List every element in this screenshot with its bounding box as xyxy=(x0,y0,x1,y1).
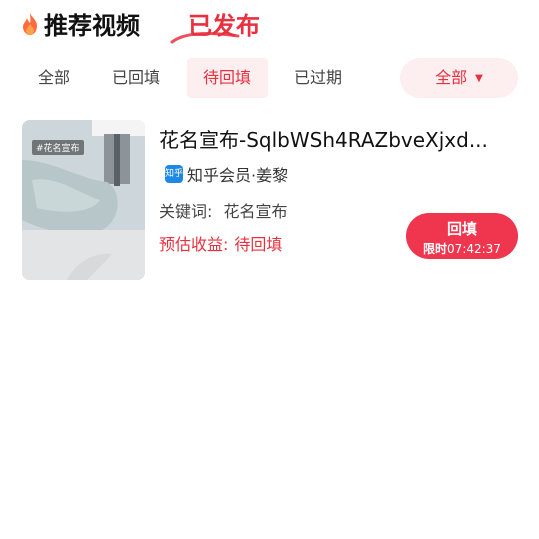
filter-backfilled[interactable]: 已回填 xyxy=(96,58,176,98)
active-tab-swoosh xyxy=(170,32,240,44)
keyword-value: 花名宣布 xyxy=(223,202,288,221)
header-tabs: 推荐视频 已发布 xyxy=(0,0,539,48)
zhihu-platform-icon: 知乎 xyxy=(165,165,183,183)
thumbnail-hashtag: #花名宣布 xyxy=(32,140,84,155)
author-row: 知乎 知乎会员·姜黎 xyxy=(165,162,288,186)
video-card[interactable]: #花名宣布 花名宣布-SqlbWSh4RAZbveXjxd... 知乎 知乎会员… xyxy=(22,120,522,282)
filter-all[interactable]: 全部 xyxy=(22,58,86,98)
caret-down-icon: ▼ xyxy=(475,72,483,84)
video-thumbnail[interactable]: #花名宣布 xyxy=(22,120,145,280)
tab-recommend-label: 推荐视频 xyxy=(44,12,140,40)
backfill-button-label: 回填 xyxy=(446,220,477,238)
filter-bar: 全部 已回填 待回填 已过期 全部 ▼ xyxy=(0,58,539,98)
time-limit-label: 限时 xyxy=(423,242,448,256)
earnings-row: 预估收益: 待回填 xyxy=(159,231,282,255)
flame-icon xyxy=(23,12,37,35)
filter-expired[interactable]: 已过期 xyxy=(278,58,358,98)
status-dropdown-value: 全部 xyxy=(435,68,468,87)
time-limit: 限时07:42:37 xyxy=(406,240,518,257)
earnings-value: 待回填 xyxy=(234,235,283,254)
keyword-row: 关键词: 花名宣布 xyxy=(159,198,288,222)
video-title[interactable]: 花名宣布-SqlbWSh4RAZbveXjxd... xyxy=(159,124,519,153)
time-limit-countdown: 07:42:37 xyxy=(447,242,501,256)
filter-pending[interactable]: 待回填 xyxy=(187,58,268,98)
earnings-label: 预估收益: xyxy=(159,235,229,254)
status-dropdown[interactable]: 全部 ▼ xyxy=(400,58,518,98)
author-name: 知乎会员·姜黎 xyxy=(187,166,289,185)
keyword-label: 关键词: xyxy=(159,202,213,221)
backfill-button[interactable]: 回填 限时07:42:37 xyxy=(406,213,518,259)
tab-recommend-videos[interactable]: 推荐视频 xyxy=(20,6,140,41)
